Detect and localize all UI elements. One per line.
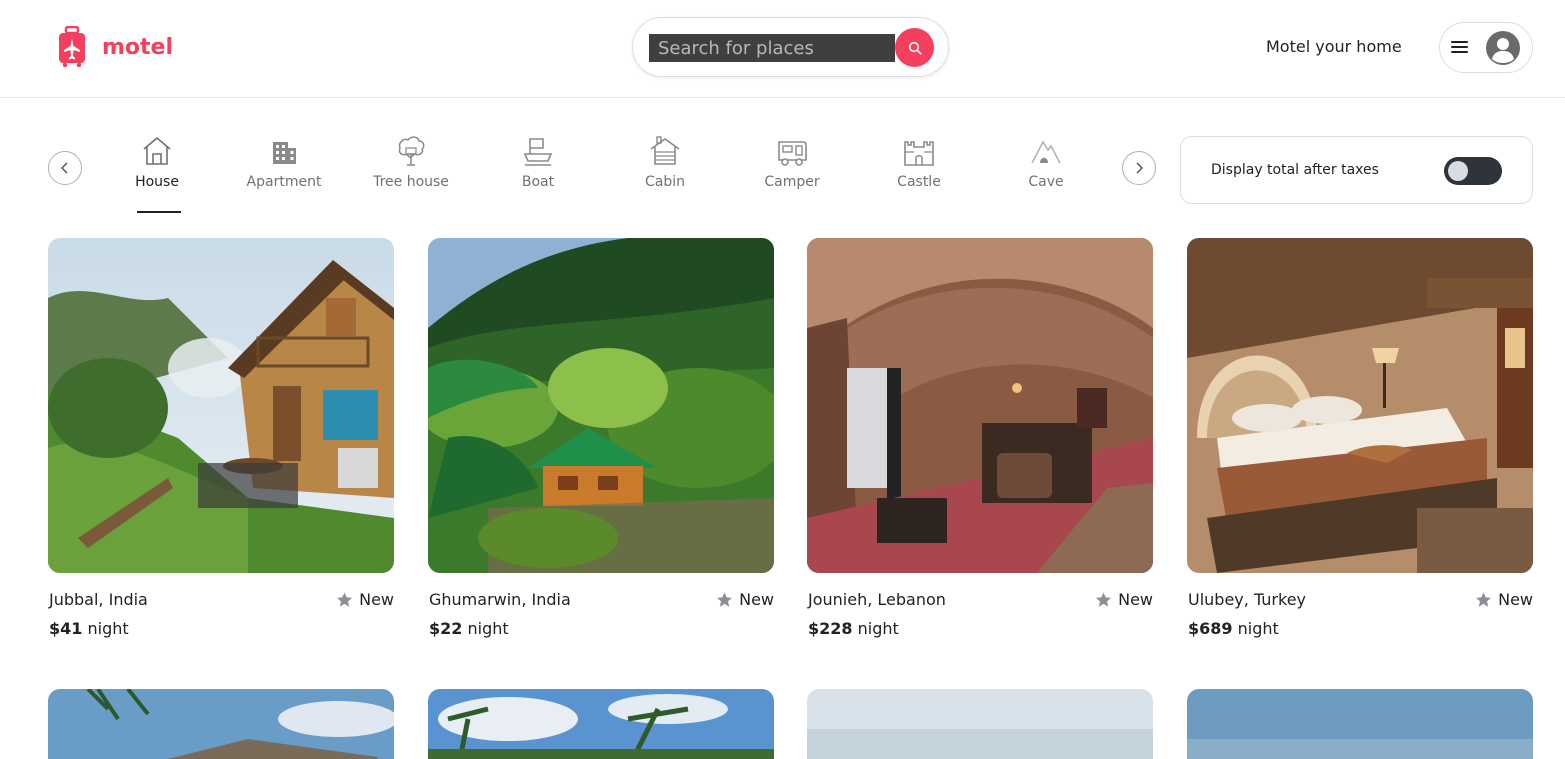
active-category-indicator bbox=[137, 211, 181, 213]
price-unit: night bbox=[1237, 619, 1279, 638]
star-icon bbox=[717, 592, 733, 607]
listing-photo[interactable] bbox=[48, 238, 394, 573]
listing-rating: New bbox=[1475, 590, 1533, 609]
categories-next-button[interactable] bbox=[1122, 151, 1156, 185]
listing-badge: New bbox=[359, 590, 394, 609]
listing-price: $22 night bbox=[429, 619, 509, 638]
listing-info: Jounieh, Lebanon New $228 night bbox=[807, 573, 1153, 638]
category-cave[interactable]: Cave bbox=[991, 134, 1101, 214]
category-label: Cabin bbox=[644, 174, 685, 190]
listing-rating: New bbox=[716, 590, 774, 609]
star-icon bbox=[337, 592, 353, 607]
category-label: Boat bbox=[521, 174, 555, 190]
listing-card[interactable]: Ulubey, Turkey New $689 night bbox=[1187, 238, 1533, 638]
category-label: Castle bbox=[897, 174, 941, 190]
category-label: Tree house bbox=[373, 174, 449, 190]
listing-rating: New bbox=[1095, 590, 1153, 609]
user-menu-button[interactable] bbox=[1439, 22, 1533, 73]
category-castle[interactable]: Castle bbox=[864, 134, 974, 214]
price-unit: night bbox=[857, 619, 899, 638]
chevron-right-icon bbox=[1136, 162, 1144, 174]
listing-price: $689 night bbox=[1188, 619, 1279, 638]
listing-info: Jubbal, India New $41 night bbox=[48, 573, 394, 638]
star-icon bbox=[1476, 592, 1492, 607]
cabin-icon bbox=[650, 136, 680, 165]
price-unit: night bbox=[467, 619, 509, 638]
search-icon bbox=[908, 41, 922, 55]
listing-location: Jubbal, India bbox=[49, 590, 148, 609]
hamburger-icon bbox=[1451, 41, 1468, 53]
listing-info: Ulubey, Turkey New $689 night bbox=[1187, 573, 1533, 638]
motel-your-home-link[interactable]: Motel your home bbox=[1266, 37, 1402, 56]
tax-display-toggle[interactable] bbox=[1444, 157, 1502, 185]
listing-photo[interactable] bbox=[807, 689, 1153, 759]
brand-name: motel bbox=[102, 34, 174, 60]
search-bar bbox=[632, 17, 949, 77]
listing-price: $228 night bbox=[808, 619, 899, 638]
boat-icon bbox=[523, 138, 553, 166]
castle-icon bbox=[904, 141, 934, 166]
suitcase-plane-icon bbox=[59, 26, 85, 67]
price-amount: $228 bbox=[808, 619, 853, 638]
category-house[interactable]: House bbox=[102, 134, 212, 214]
search-input[interactable] bbox=[649, 34, 895, 62]
listing-location: Ghumarwin, India bbox=[429, 590, 571, 609]
category-apartment[interactable]: Apartment bbox=[229, 134, 339, 214]
listing-rating: New bbox=[336, 590, 394, 609]
listing-info: Ghumarwin, India New $22 night bbox=[428, 573, 774, 638]
tax-display-label: Display total after taxes bbox=[1211, 162, 1379, 178]
listing-card[interactable]: Jounieh, Lebanon New $228 night bbox=[807, 238, 1153, 638]
category-label: Cave bbox=[1028, 174, 1064, 190]
user-circle-icon bbox=[1486, 31, 1520, 65]
listing-photo[interactable] bbox=[428, 238, 774, 573]
listing-badge: New bbox=[1118, 590, 1153, 609]
listing-photo[interactable] bbox=[428, 689, 774, 759]
building-icon bbox=[273, 142, 296, 164]
brand-logo[interactable]: motel bbox=[56, 26, 173, 68]
tree-icon bbox=[398, 136, 425, 166]
listing-location: Ulubey, Turkey bbox=[1188, 590, 1307, 609]
categories-prev-button[interactable] bbox=[48, 151, 82, 185]
house-icon bbox=[143, 136, 171, 165]
listing-price: $41 night bbox=[49, 619, 129, 638]
listing-photo[interactable] bbox=[1187, 689, 1533, 759]
category-cabin[interactable]: Cabin bbox=[610, 134, 720, 214]
category-tree-house[interactable]: Tree house bbox=[356, 134, 466, 214]
cave-icon bbox=[1031, 140, 1061, 164]
category-boat[interactable]: Boat bbox=[483, 134, 593, 214]
listing-location: Jounieh, Lebanon bbox=[808, 590, 946, 609]
category-label: Camper bbox=[764, 174, 820, 190]
top-navbar: motel Motel your home bbox=[0, 0, 1565, 98]
chevron-left-icon bbox=[60, 162, 68, 174]
toggle-knob bbox=[1448, 161, 1468, 181]
category-label: Apartment bbox=[246, 174, 322, 190]
listing-photo[interactable] bbox=[48, 689, 394, 759]
listing-card[interactable]: Ghumarwin, India New $22 night bbox=[428, 238, 774, 638]
listing-photo[interactable] bbox=[1187, 238, 1533, 573]
camper-icon bbox=[778, 141, 807, 166]
search-button[interactable] bbox=[895, 28, 934, 67]
price-amount: $41 bbox=[49, 619, 83, 638]
tax-display-panel: Display total after taxes bbox=[1180, 136, 1533, 204]
listing-badge: New bbox=[1498, 590, 1533, 609]
listing-badge: New bbox=[739, 590, 774, 609]
price-amount: $22 bbox=[429, 619, 463, 638]
star-icon bbox=[1096, 592, 1112, 607]
category-camper[interactable]: Camper bbox=[737, 134, 847, 214]
price-unit: night bbox=[87, 619, 129, 638]
listing-photo[interactable] bbox=[807, 238, 1153, 573]
price-amount: $689 bbox=[1188, 619, 1233, 638]
category-label: House bbox=[135, 174, 179, 190]
listing-card[interactable]: Jubbal, India New $41 night bbox=[48, 238, 394, 638]
